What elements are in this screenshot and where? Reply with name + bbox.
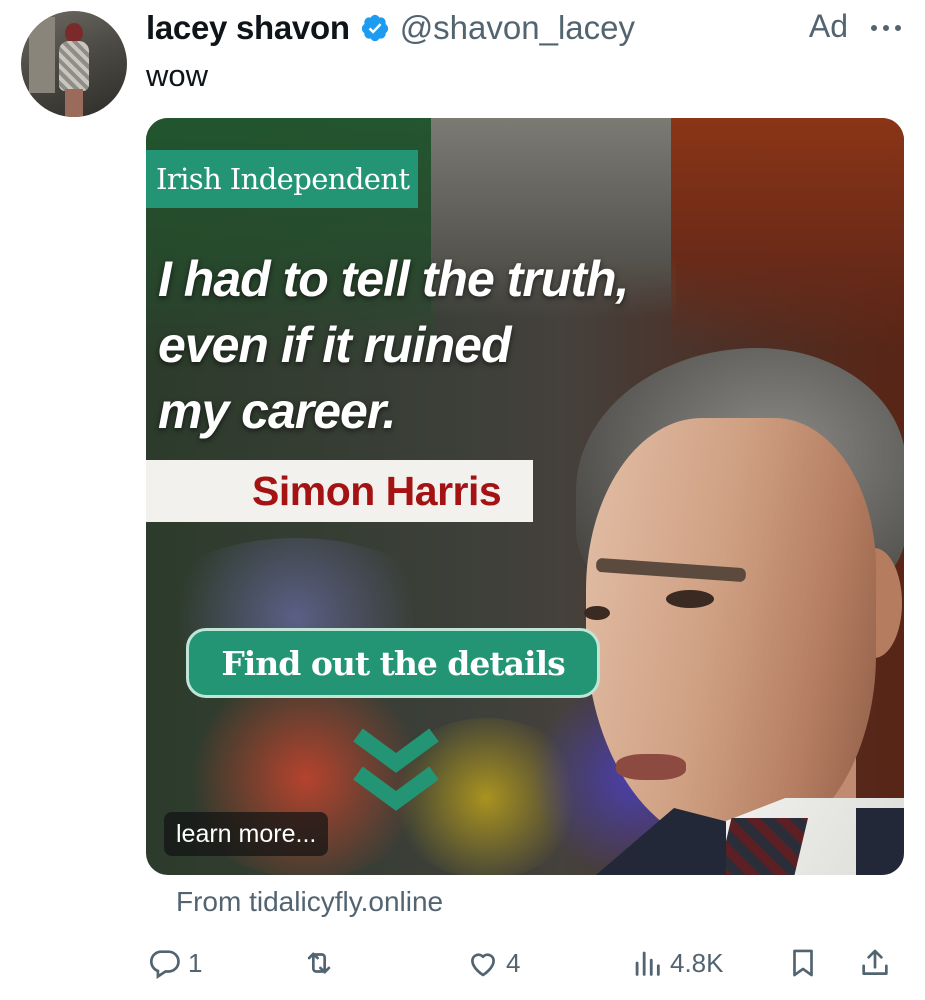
portrait-photo <box>586 418 876 848</box>
ad-label: Ad <box>808 8 848 44</box>
heart-icon <box>471 953 495 977</box>
more-options-icon[interactable] <box>866 10 906 46</box>
reply-icon <box>149 950 180 979</box>
view-count: 4.8K <box>670 947 724 978</box>
portrait-photo <box>718 818 808 875</box>
avatar-figure <box>65 23 83 43</box>
like-button[interactable]: 4 <box>466 940 520 986</box>
portrait-photo <box>666 590 714 608</box>
reply-count: 1 <box>188 947 203 978</box>
ad-headline: I had to tell the truth, even if it ruin… <box>158 246 718 444</box>
headline-line: even if it ruined <box>158 317 512 373</box>
portrait-photo <box>856 808 904 875</box>
share-button[interactable] <box>858 940 892 986</box>
portrait-photo <box>584 606 610 620</box>
headline-line: I had to tell the truth, <box>158 251 629 307</box>
brand-badge: Irish Independent <box>146 150 418 208</box>
avatar-background <box>29 17 55 93</box>
analytics-icon <box>635 951 660 976</box>
bookmark-button[interactable] <box>786 940 820 986</box>
verified-badge-icon[interactable] <box>360 13 390 43</box>
like-count: 4 <box>506 947 521 978</box>
headline-line: my career. <box>158 383 396 439</box>
chevron-down-icon <box>353 728 439 811</box>
find-out-details-button[interactable]: Find out the details <box>186 628 600 698</box>
author-handle[interactable]: @shavon_lacey <box>400 9 635 47</box>
retweet-button[interactable] <box>302 940 342 986</box>
ad-source-link[interactable]: From tidalicyfly.online <box>176 886 443 918</box>
author-avatar[interactable] <box>21 11 127 117</box>
portrait-photo <box>616 754 686 780</box>
bookmark-icon <box>793 949 813 977</box>
reply-button[interactable]: 1 <box>148 940 202 986</box>
ad-media-card[interactable]: Irish Independent I had to tell the trut… <box>146 118 904 875</box>
share-icon <box>862 949 888 975</box>
avatar-figure-legs <box>65 89 83 117</box>
quoted-person-name: Simon Harris <box>252 468 502 514</box>
learn-more-link[interactable]: learn more... <box>164 812 329 856</box>
tweet-action-bar: 1 4 4.8K <box>146 940 906 986</box>
tweet-header: lacey shavon @shavon_lacey Ad <box>146 6 906 50</box>
avatar-figure-dress <box>59 41 89 91</box>
author-display-name[interactable]: lacey shavon <box>146 9 350 47</box>
views-button[interactable]: 4.8K <box>630 940 724 986</box>
tweet-text: wow <box>146 58 209 93</box>
retweet-icon <box>307 952 331 974</box>
